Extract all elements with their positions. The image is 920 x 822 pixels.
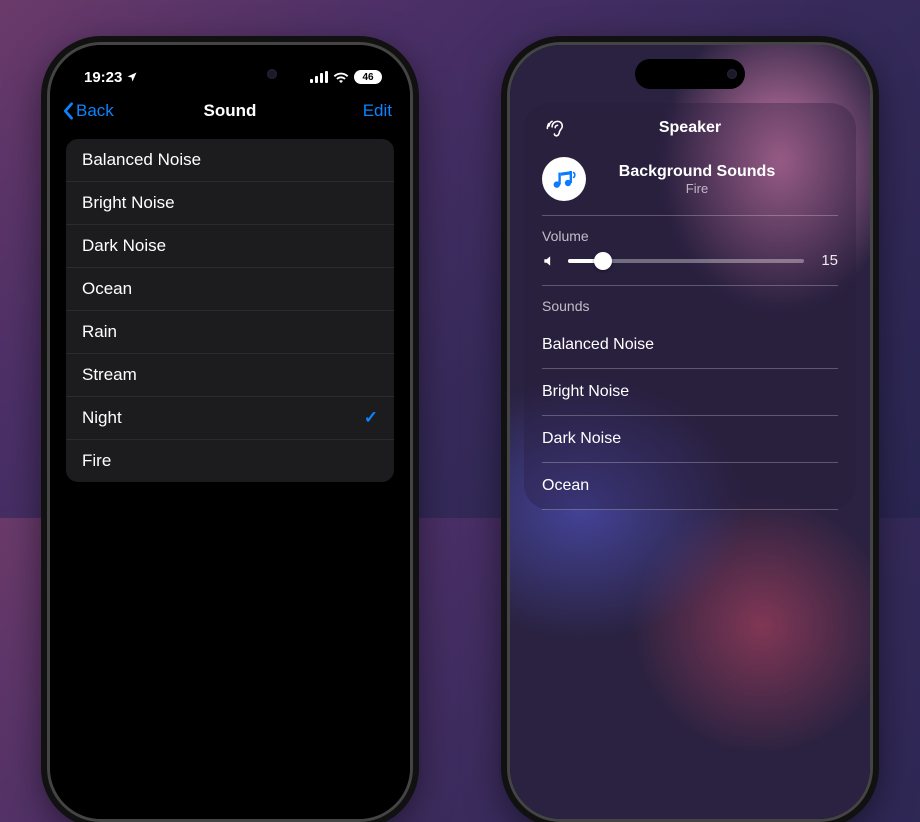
sound-label: Balanced Noise	[82, 150, 201, 170]
sound-list: Balanced Noise Bright Noise Dark Noise Ocea…	[66, 139, 394, 482]
back-label: Back	[76, 101, 114, 121]
cc-sound-row[interactable]: Balanced Noise	[542, 322, 838, 369]
sound-label: Ocean	[82, 279, 132, 299]
sound-row[interactable]: Night ✓	[66, 397, 394, 440]
page-title: Sound	[204, 101, 257, 121]
speaker-icon	[542, 254, 556, 268]
dynamic-island	[175, 59, 285, 89]
sound-row[interactable]: Fire	[66, 440, 394, 482]
sound-label: Night	[82, 408, 122, 428]
panel-header: Speaker	[542, 117, 838, 151]
volume-slider[interactable]	[568, 259, 804, 263]
cc-sound-row[interactable]: Ocean	[542, 463, 838, 510]
sound-row[interactable]: Bright Noise	[66, 182, 394, 225]
status-time: 19:23	[84, 69, 122, 86]
sound-row[interactable]: Stream	[66, 354, 394, 397]
sound-label: Bright Noise	[82, 193, 175, 213]
cc-sound-list: Balanced NoiseBright NoiseDark NoiseOcea…	[542, 322, 838, 510]
nav-bar: Back Sound Edit	[50, 93, 410, 131]
sound-row[interactable]: Ocean	[66, 268, 394, 311]
sound-label: Fire	[82, 451, 111, 471]
volume-label: Volume	[542, 216, 838, 252]
cc-sound-row[interactable]: Bright Noise	[542, 369, 838, 416]
sound-row[interactable]: Rain	[66, 311, 394, 354]
sound-label: Stream	[82, 365, 137, 385]
control-center-screen: Speaker Background Sounds Fire Volume	[510, 45, 870, 819]
sounds-label: Sounds	[542, 286, 838, 322]
settings-screen: 19:23 46	[50, 45, 410, 819]
dynamic-island	[635, 59, 745, 89]
edit-button[interactable]: Edit	[363, 101, 392, 121]
volume-row: 15	[542, 252, 838, 286]
phone-left: 19:23 46	[47, 42, 413, 822]
signal-icon	[310, 71, 328, 83]
phone-right: Speaker Background Sounds Fire Volume	[507, 42, 873, 822]
now-playing[interactable]: Background Sounds Fire	[542, 151, 838, 216]
sound-label: Rain	[82, 322, 117, 342]
chevron-left-icon	[62, 102, 74, 120]
location-icon	[126, 71, 138, 83]
cc-sound-row[interactable]: Dark Noise	[542, 416, 838, 463]
audio-panel: Speaker Background Sounds Fire Volume	[524, 103, 856, 510]
battery-icon: 46	[354, 70, 382, 84]
now-playing-subtitle: Fire	[686, 181, 708, 196]
back-button[interactable]: Back	[62, 101, 114, 121]
slider-thumb[interactable]	[594, 252, 612, 270]
sound-label: Dark Noise	[82, 236, 166, 256]
checkmark-icon: ✓	[364, 408, 378, 428]
output-title[interactable]: Speaker	[659, 119, 721, 137]
sound-row[interactable]: Dark Noise	[66, 225, 394, 268]
sound-row[interactable]: Balanced Noise	[66, 139, 394, 182]
now-playing-title: Background Sounds	[619, 163, 775, 181]
wifi-icon	[333, 71, 349, 83]
ear-icon	[546, 119, 566, 141]
volume-value: 15	[816, 252, 838, 269]
